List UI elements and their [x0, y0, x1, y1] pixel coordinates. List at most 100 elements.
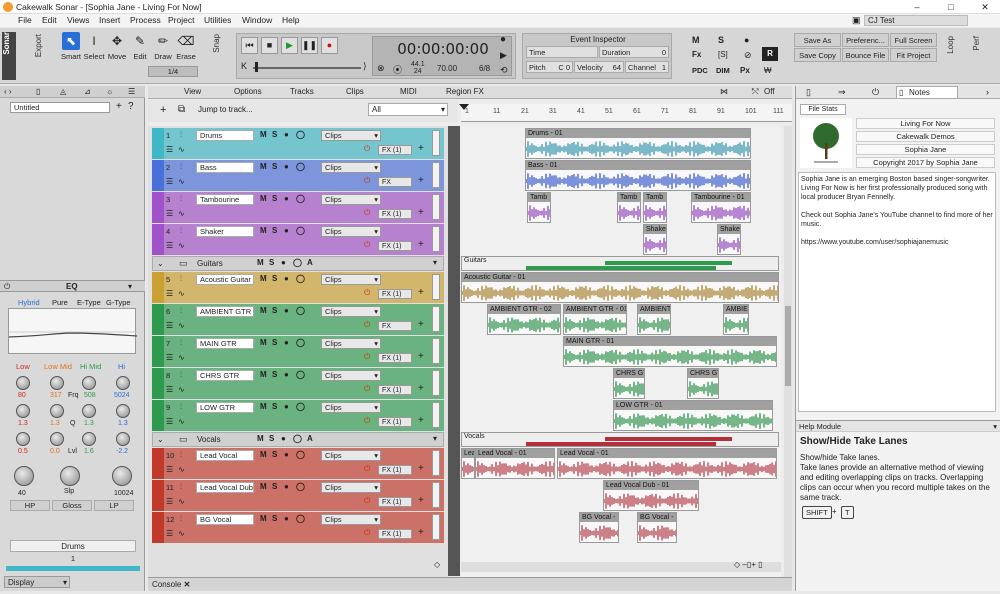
performance-module[interactable]: Perf — [972, 36, 981, 80]
audio-clip[interactable]: Acoustic Guitar - 01 — [461, 272, 779, 303]
arm-all-icon[interactable]: ● — [744, 35, 749, 45]
input-echo-button[interactable]: ◯ — [296, 194, 305, 203]
fx-bin[interactable]: FX (1) — [378, 353, 412, 363]
lanes-icon[interactable]: ☰ — [166, 209, 173, 218]
record-arm-button[interactable]: ● — [284, 226, 289, 235]
fx-bin[interactable]: FX (1) — [378, 289, 412, 299]
plugins-tab-icon[interactable]: ⇒ — [838, 87, 846, 98]
track-name-field[interactable]: Shaker — [196, 226, 254, 237]
erase-tool-button[interactable]: ⌫ Erase — [174, 32, 198, 61]
solo-button[interactable]: S — [272, 306, 277, 315]
record-arm-button[interactable]: ● — [284, 338, 289, 347]
meter-value[interactable]: 6/8 — [479, 64, 490, 73]
track-header[interactable]: 6 ⫶ AMBIENT GTR M S ● ◯ Clips ▾ ☰ ∿ ⏻ FX + — [152, 304, 444, 335]
tempo-map-icon[interactable]: ₩ — [764, 66, 772, 75]
horizontal-scrollbar[interactable] — [461, 562, 781, 572]
track-clips-select[interactable]: Clips ▾ — [321, 482, 381, 493]
snap-module[interactable]: Snap — [212, 34, 221, 78]
fx-bin[interactable]: FX — [378, 321, 412, 331]
select-tool-button[interactable]: I Select — [82, 32, 106, 61]
lowmid-gain-knob[interactable] — [50, 432, 64, 446]
input-echo-button[interactable]: ◯ — [296, 338, 305, 347]
tab-notes[interactable]: ▯ Notes — [896, 86, 958, 99]
folder-arm-button[interactable]: ● — [281, 258, 286, 267]
audio-clip[interactable]: MAIN GTR - 01 — [563, 336, 777, 367]
workspace-selector[interactable]: ▣ CJ Test — [850, 14, 990, 27]
fx-power-icon[interactable]: ⏻ — [364, 496, 370, 506]
fx-power-icon[interactable]: ⏻ — [364, 528, 370, 538]
himid-freq-knob[interactable] — [82, 376, 96, 390]
automation-wave-icon[interactable]: ∿ — [178, 289, 185, 298]
folder-name[interactable]: Vocals — [197, 435, 221, 444]
audio-clip[interactable]: Shaker — [717, 224, 741, 255]
track-name-field[interactable]: Drums — [196, 130, 254, 141]
automation-icon[interactable]: ⊘ — [744, 50, 752, 61]
track-header[interactable]: 11 ⫶ Lead Vocal Dub M S ● ◯ Clips ▾ ☰ ∿ ⏻ FX (1) + — [152, 480, 444, 511]
low-gain-knob[interactable] — [16, 432, 30, 446]
audio-clip[interactable]: Tambourine - 01 — [691, 192, 751, 223]
media-tab-icon[interactable]: ▯ — [806, 87, 811, 98]
eq-tab-icon[interactable]: ⊿ — [84, 87, 91, 96]
automation-wave-icon[interactable]: ∿ — [178, 497, 185, 506]
low-q-knob[interactable] — [16, 404, 30, 418]
auto-off-label[interactable]: Off — [764, 87, 775, 96]
add-fx-icon[interactable]: + — [418, 143, 424, 154]
lanes-icon[interactable]: ☰ — [166, 385, 173, 394]
lanes-icon[interactable]: ☰ — [166, 353, 173, 362]
lanes-icon[interactable]: ☰ — [166, 417, 173, 426]
folder-arm-button[interactable]: ● — [281, 434, 286, 443]
tv-menu-options[interactable]: Options — [234, 87, 262, 96]
automation-wave-icon[interactable]: ∿ — [178, 145, 185, 154]
mute-button[interactable]: M — [260, 162, 267, 171]
lanes-icon[interactable]: ☰ — [166, 241, 173, 250]
track-clips-select[interactable]: Clips ▾ — [321, 514, 381, 525]
tv-menu-regionfx[interactable]: Region FX — [446, 87, 484, 96]
mute-button[interactable]: M — [260, 402, 267, 411]
record-arm-button[interactable]: ● — [284, 194, 289, 203]
folder-archive-button[interactable]: A — [307, 434, 313, 443]
save-as-button[interactable]: Save As — [794, 33, 841, 47]
folder-clip[interactable]: Vocals — [461, 432, 779, 447]
input-echo-button[interactable]: ◯ — [296, 370, 305, 379]
track-name-field[interactable]: Bass — [196, 162, 254, 173]
rewind-button[interactable]: ⏮ — [241, 37, 258, 54]
solo-button[interactable]: S — [272, 162, 277, 171]
add-fx-icon[interactable]: + — [418, 287, 424, 298]
tv-menu-tracks[interactable]: Tracks — [290, 87, 314, 96]
menu-project[interactable]: Project — [168, 15, 194, 25]
preferences-button[interactable]: Preferenc... — [842, 33, 889, 47]
menu-help[interactable]: Help — [282, 15, 299, 25]
mute-button[interactable]: M — [260, 514, 267, 523]
track-name-field[interactable]: Acoustic Guitar — [196, 274, 254, 285]
mute-button[interactable]: M — [260, 482, 267, 491]
audio-clip[interactable]: Lead Vocal - 01 — [475, 448, 555, 479]
collapse-icon[interactable]: ‹ › — [4, 87, 12, 96]
automation-wave-icon[interactable]: ∿ — [178, 529, 185, 538]
automation-wave-icon[interactable]: ∿ — [178, 209, 185, 218]
solo-button[interactable]: S — [272, 482, 277, 491]
gloss-button[interactable]: Gloss — [52, 500, 92, 511]
audio-clip[interactable]: Tamb — [527, 192, 551, 223]
smart-tool-button[interactable]: ⬉ Smart — [59, 32, 83, 61]
audio-clip[interactable]: CHRS GT — [687, 368, 719, 399]
track-header[interactable]: 3 ⫶ Tambourine M S ● ◯ Clips ▾ ☰ ∿ ⏻ FX (1) + — [152, 192, 444, 223]
add-icon[interactable]: + — [116, 101, 122, 112]
input-echo-button[interactable]: ◯ — [296, 402, 305, 411]
eq-power-icon[interactable]: ⏻ — [4, 282, 10, 292]
audio-clip[interactable]: Lea — [461, 448, 475, 479]
snap-s-icon[interactable]: [S] — [718, 50, 728, 59]
track-name-field[interactable]: CHRS GTR — [196, 370, 254, 381]
fx-power-icon[interactable]: ⏻ — [364, 352, 370, 362]
folder-solo-button[interactable]: S — [269, 258, 274, 267]
display-dropdown[interactable]: Display ▾ — [4, 576, 70, 588]
mute-button[interactable]: M — [260, 450, 267, 459]
input-echo-button[interactable]: ◯ — [296, 450, 305, 459]
record-arm-button[interactable]: ● — [284, 370, 289, 379]
solo-button[interactable]: S — [272, 130, 277, 139]
folder-monitor-button[interactable]: ◯ — [293, 258, 302, 267]
play-button[interactable]: ▶ — [281, 37, 298, 54]
record-arm-button[interactable]: ● — [284, 162, 289, 171]
himid-gain-knob[interactable] — [82, 432, 96, 446]
audio-clip[interactable]: Shaker — [643, 224, 667, 255]
lowmid-q-knob[interactable] — [50, 404, 64, 418]
